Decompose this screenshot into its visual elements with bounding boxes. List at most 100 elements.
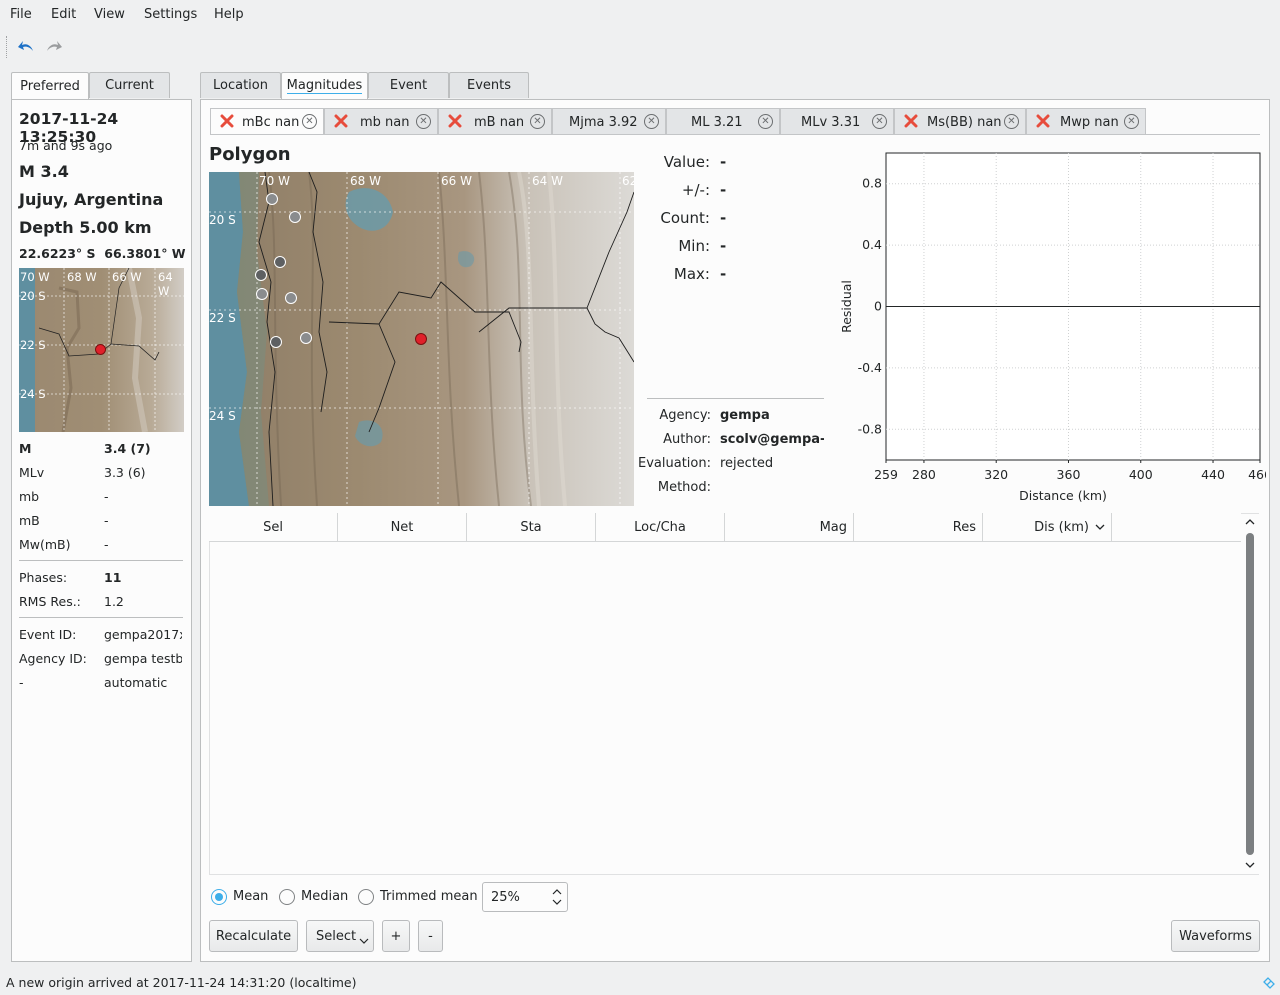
rejected-icon xyxy=(448,114,462,128)
spin-arrows-icon[interactable] xyxy=(551,886,563,908)
menu-help[interactable]: Help xyxy=(214,7,244,22)
map-label: 68 W xyxy=(350,174,381,188)
status-message: A new origin arrived at 2017-11-24 14:31… xyxy=(6,975,357,990)
mag-tab-label: MLv 3.31 xyxy=(801,115,861,130)
mag-tab-ms[interactable]: Ms(BB) nan ✕ xyxy=(894,108,1026,134)
mag-tab-mlv[interactable]: MLv 3.31 ✕ xyxy=(780,108,894,134)
column-header-net[interactable]: Net xyxy=(338,513,467,541)
table-scrollbar[interactable] xyxy=(1241,514,1259,874)
mag-tab-mjma[interactable]: Mjma 3.92 ✕ xyxy=(552,108,666,134)
mag-tab-mB[interactable]: mB nan ✕ xyxy=(438,108,552,134)
close-icon[interactable]: ✕ xyxy=(1004,114,1019,129)
residual-chart[interactable]: 259 280 320 360 400 440 466 0.8 0.4 0 -0.4 -0.8 Dist… xyxy=(836,145,1272,510)
close-icon[interactable]: ✕ xyxy=(644,114,659,129)
close-icon[interactable]: ✕ xyxy=(530,114,545,129)
map-label: 64 W xyxy=(532,174,563,188)
column-header-distance[interactable]: Dis (km) xyxy=(983,513,1112,541)
close-icon[interactable]: ✕ xyxy=(872,114,887,129)
y-tick-label: 0 xyxy=(874,299,882,314)
station-marker[interactable] xyxy=(256,288,268,300)
column-header-res[interactable]: Res xyxy=(854,513,983,541)
mini-map: 70 W 68 W 66 W 64 W 20 S 22 S 24 S xyxy=(19,268,184,432)
x-tick-label: 400 xyxy=(1129,467,1153,482)
mode-label: - xyxy=(19,675,24,690)
tab-event[interactable]: Event xyxy=(368,72,449,98)
scroll-down-icon[interactable] xyxy=(1245,861,1255,869)
station-marker[interactable] xyxy=(255,269,267,281)
min-value: - xyxy=(720,237,727,255)
mag-tab-mb[interactable]: mb nan ✕ xyxy=(324,108,438,134)
remove-button[interactable]: - xyxy=(418,920,443,952)
trimmed-mean-radio[interactable] xyxy=(358,889,374,905)
back-arrow-icon[interactable] xyxy=(15,36,37,58)
station-marker[interactable] xyxy=(266,193,278,205)
waveforms-button[interactable]: Waveforms xyxy=(1171,920,1260,952)
tab-preferred[interactable]: Preferred xyxy=(11,72,89,99)
trim-percent-spinbox[interactable]: 25% xyxy=(482,882,568,912)
x-tick-label: 440 xyxy=(1201,467,1225,482)
menu-settings[interactable]: Settings xyxy=(144,7,197,22)
header-divider xyxy=(209,541,1241,542)
menu-bar: File Edit View Settings Help xyxy=(0,0,1280,30)
x-tick-label: 280 xyxy=(912,467,936,482)
station-marker[interactable] xyxy=(285,292,297,304)
station-marker[interactable] xyxy=(274,256,286,268)
station-marker[interactable] xyxy=(300,332,312,344)
tab-location[interactable]: Location xyxy=(200,72,281,98)
column-header-loc-cha[interactable]: Loc/Cha xyxy=(596,513,725,541)
scrollbar-thumb[interactable] xyxy=(1246,533,1254,855)
station-marker[interactable] xyxy=(270,336,282,348)
magnitude-type: Mw(mB) xyxy=(19,537,71,552)
close-icon[interactable]: ✕ xyxy=(302,114,317,129)
phases-label: Phases: xyxy=(19,570,68,585)
close-icon[interactable]: ✕ xyxy=(416,114,431,129)
divider xyxy=(19,617,183,618)
mag-tab-mbc[interactable]: mBc nan ✕ xyxy=(210,108,324,134)
menu-view[interactable]: View xyxy=(94,7,125,22)
rms-value: 1.2 xyxy=(104,594,124,609)
select-button[interactable]: Select xyxy=(306,920,374,952)
station-marker[interactable] xyxy=(289,211,301,223)
median-label: Median xyxy=(301,889,349,904)
column-header-mag[interactable]: Mag xyxy=(725,513,854,541)
menu-edit[interactable]: Edit xyxy=(51,7,76,22)
tab-events[interactable]: Events xyxy=(449,72,529,98)
scroll-up-icon[interactable] xyxy=(1245,518,1255,526)
tab-current[interactable]: Current xyxy=(89,72,170,98)
count-label: Count: xyxy=(660,209,710,227)
x-tick-label: 259 xyxy=(874,467,898,482)
median-radio[interactable] xyxy=(279,889,295,905)
rms-label: RMS Res.: xyxy=(19,594,81,609)
mag-tab-mwp[interactable]: Mwp nan ✕ xyxy=(1026,108,1146,134)
map-label: 22 S xyxy=(209,311,236,325)
preferred-magnitude: M 3.4 xyxy=(19,162,69,181)
depth: Depth 5.00 km xyxy=(19,218,152,237)
menu-file[interactable]: File xyxy=(10,7,32,22)
mini-map-label: 68 W xyxy=(67,270,97,284)
y-tick-label: -0.8 xyxy=(858,421,882,436)
event-id-value: gempa2017x xyxy=(104,627,182,642)
column-header-sel[interactable]: Sel xyxy=(209,513,338,541)
method-label: Method: xyxy=(657,480,711,495)
close-icon[interactable]: ✕ xyxy=(758,114,773,129)
station-map[interactable]: 70 W 68 W 66 W 64 W 62 20 S 22 S 24 S xyxy=(209,172,634,506)
y-axis-label: Residual xyxy=(839,280,854,333)
forward-arrow-icon[interactable] xyxy=(43,36,65,58)
tab-magnitudes[interactable]: Magnitudes xyxy=(281,72,368,99)
map-label: 70 W xyxy=(259,174,290,188)
close-icon[interactable]: ✕ xyxy=(1124,114,1139,129)
recalculate-button[interactable]: Recalculate xyxy=(209,920,298,952)
author-label: Author: xyxy=(663,432,711,447)
add-button[interactable]: + xyxy=(382,920,410,952)
trim-percent-value: 25% xyxy=(491,890,520,905)
mean-radio[interactable] xyxy=(211,889,227,905)
trimmed-mean-label: Trimmed mean xyxy=(380,889,478,904)
mag-tab-ml[interactable]: ML 3.21 ✕ xyxy=(666,108,780,134)
mag-tab-label: Ms(BB) nan xyxy=(927,115,1002,130)
map-label: 20 S xyxy=(209,213,236,227)
column-header-sta[interactable]: Sta xyxy=(467,513,596,541)
event-id-label: Event ID: xyxy=(19,627,77,642)
y-tick-label: -0.4 xyxy=(858,360,882,375)
max-label: Max: xyxy=(673,265,710,283)
mag-tab-label: mB nan xyxy=(474,115,525,130)
